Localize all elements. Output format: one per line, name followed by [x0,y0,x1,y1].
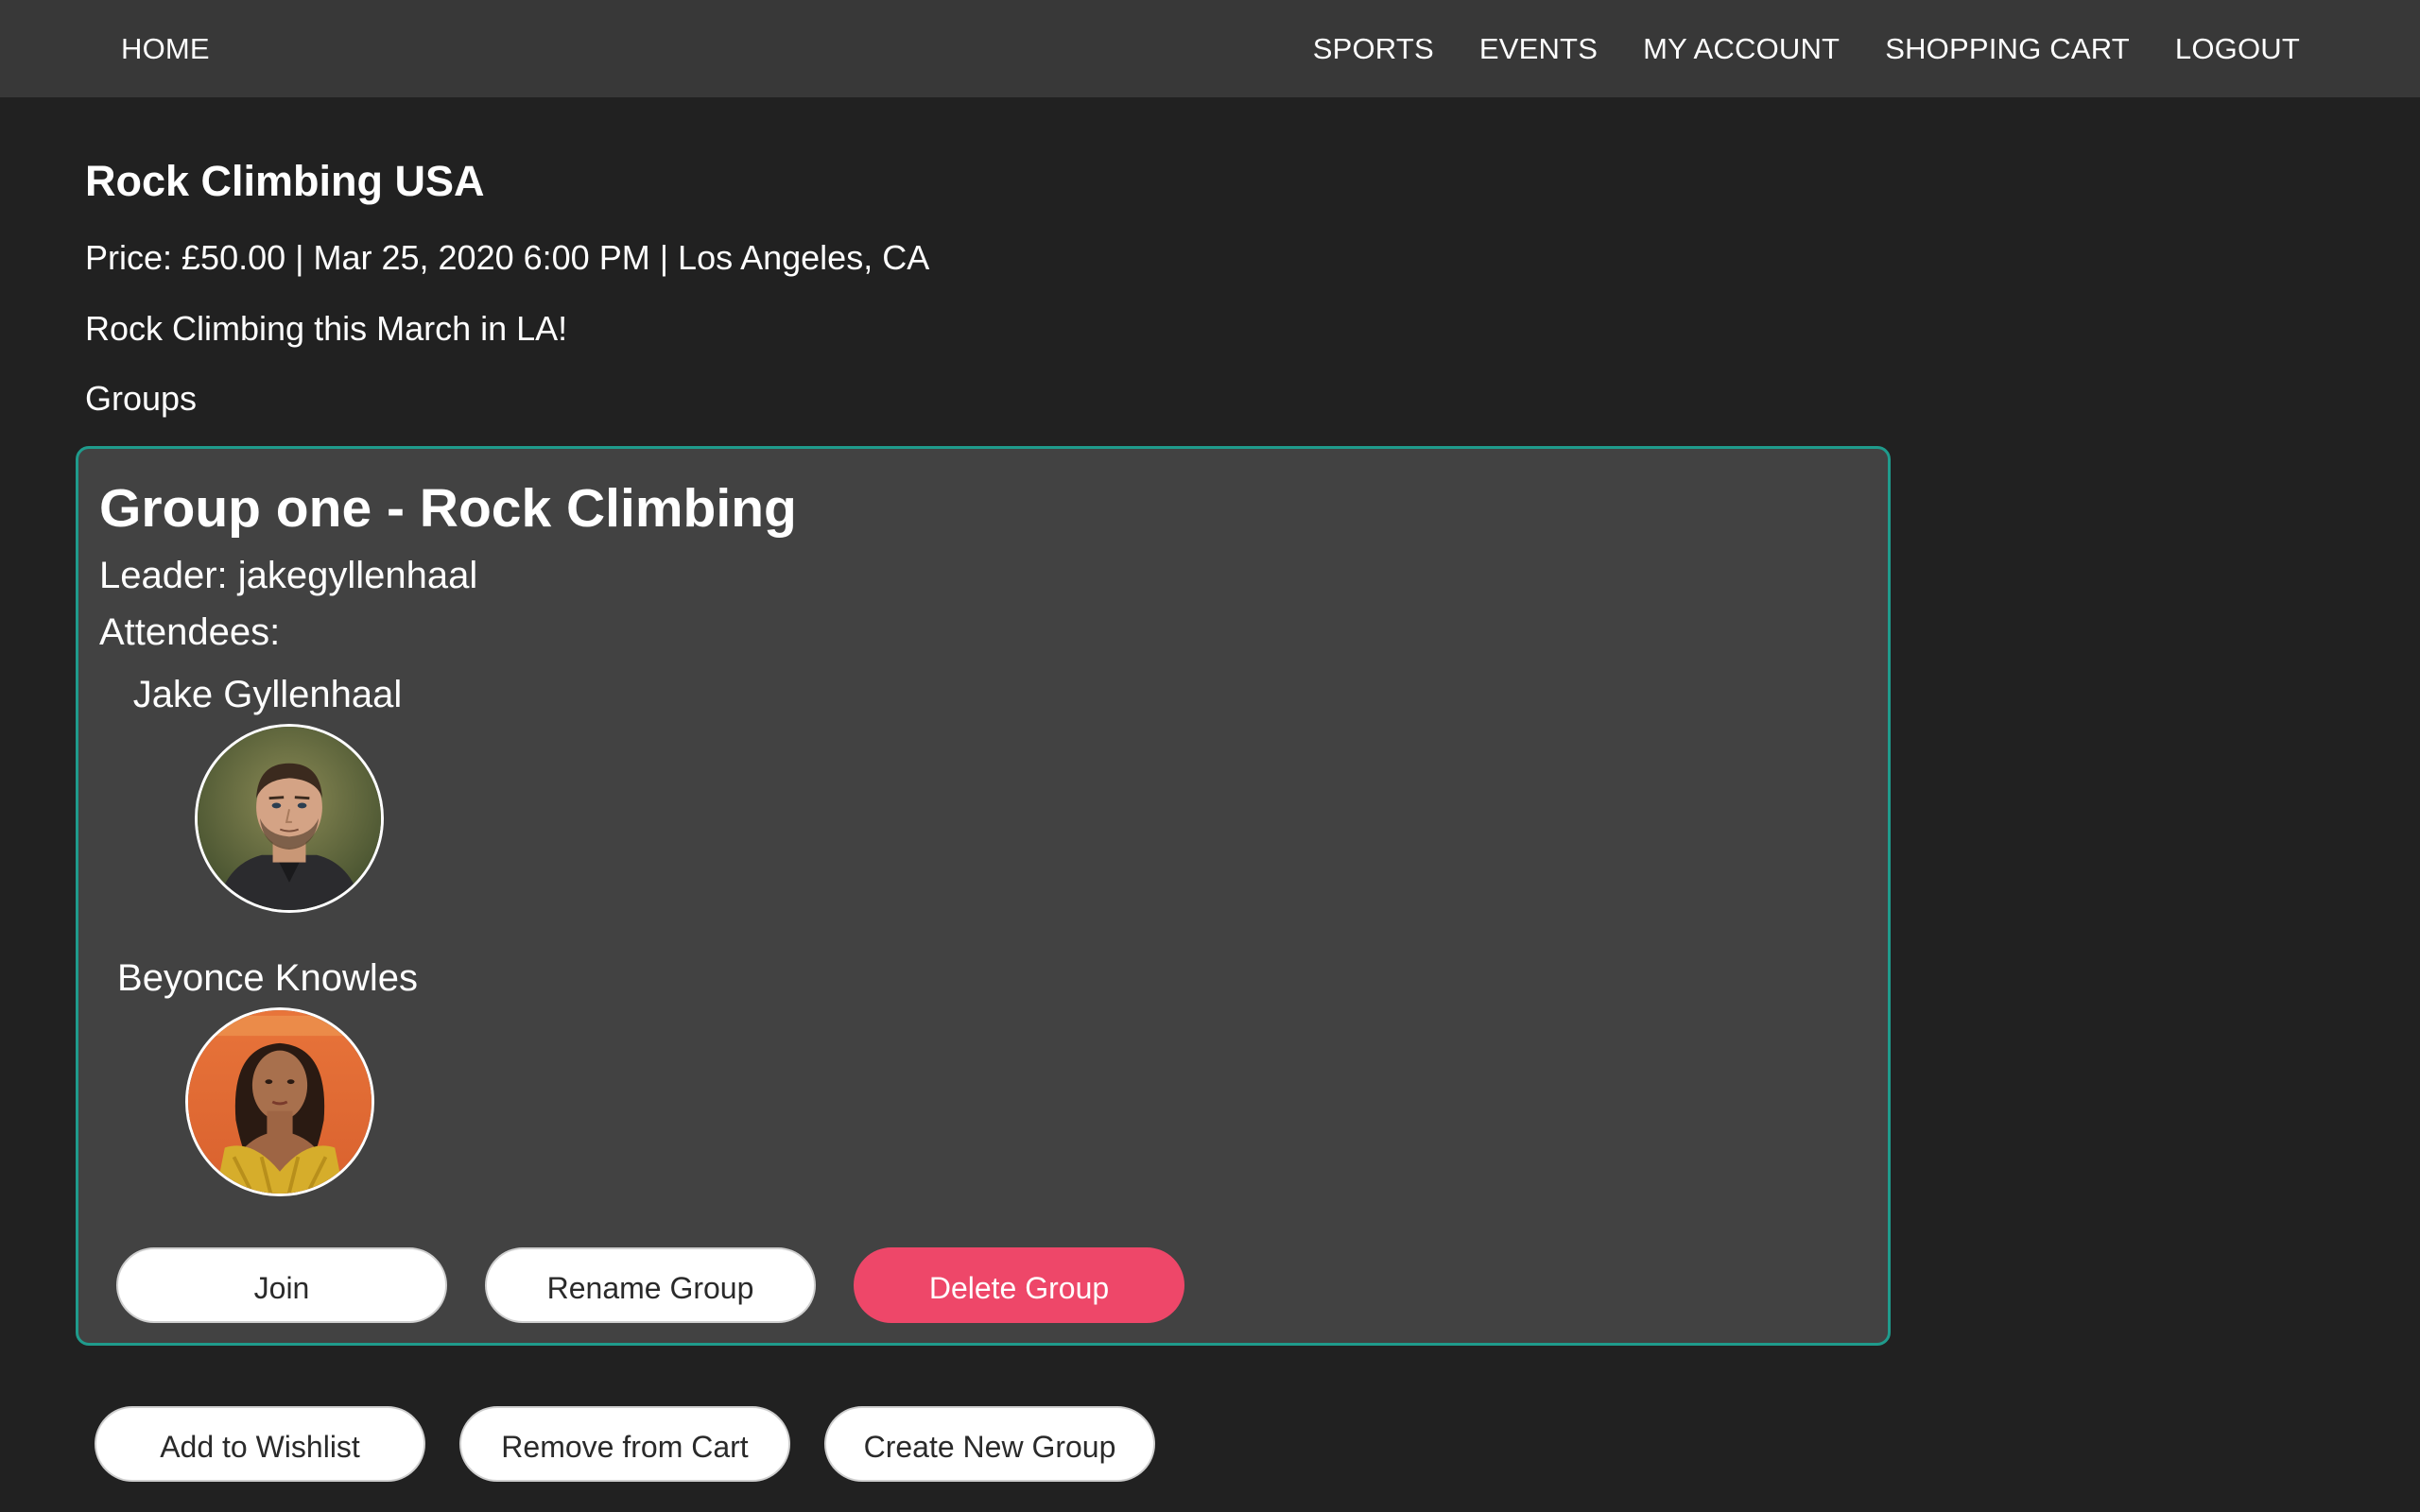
nav-logout-link[interactable]: LOGOUT [2175,0,2300,97]
top-navigation: HOME SPORTS EVENTS MY ACCOUNT SHOPPING C… [0,0,2420,97]
avatar [185,1007,374,1196]
create-new-group-button[interactable]: Create New Group [824,1406,1155,1482]
group-leader-name: jakegyllenhaal [237,555,478,596]
group-card: Group one - Rock Climbing Leader: jakegy… [76,446,1891,1346]
nav-home-link[interactable]: HOME [121,0,210,97]
nav-my-account-link[interactable]: MY ACCOUNT [1643,0,1840,97]
event-meta: Price: £50.00 | Mar 25, 2020 6:00 PM | L… [85,238,930,277]
nav-shopping-cart-link[interactable]: SHOPPING CART [1885,0,2130,97]
avatar-portrait-icon [188,1010,372,1194]
attendee-item: Beyonce Knowles [78,955,457,1196]
nav-events-link[interactable]: EVENTS [1479,0,1598,97]
nav-sports-link[interactable]: SPORTS [1313,0,1434,97]
group-title: Group one - Rock Climbing [99,478,797,539]
event-description: Rock Climbing this March in LA! [85,309,568,348]
remove-from-cart-button[interactable]: Remove from Cart [459,1406,790,1482]
attendee-item: Jake Gyllenhaal [78,672,457,913]
event-title: Rock Climbing USA [85,157,485,205]
groups-heading: Groups [85,379,198,418]
attendee-name: Jake Gyllenhaal [132,674,403,715]
join-group-button[interactable]: Join [116,1247,447,1323]
avatar-portrait-icon [198,727,381,910]
delete-group-button[interactable]: Delete Group [854,1247,1184,1323]
group-leader: Leader: jakegyllenhaal [99,555,477,597]
attendee-name: Beyonce Knowles [117,957,418,999]
nav-right-group: SPORTS EVENTS MY ACCOUNT SHOPPING CART L… [1313,0,2300,97]
avatar [195,724,384,913]
attendees-label: Attendees: [99,611,281,653]
rename-group-button[interactable]: Rename Group [485,1247,816,1323]
group-leader-label: Leader: [99,555,238,596]
add-to-wishlist-button[interactable]: Add to Wishlist [95,1406,425,1482]
